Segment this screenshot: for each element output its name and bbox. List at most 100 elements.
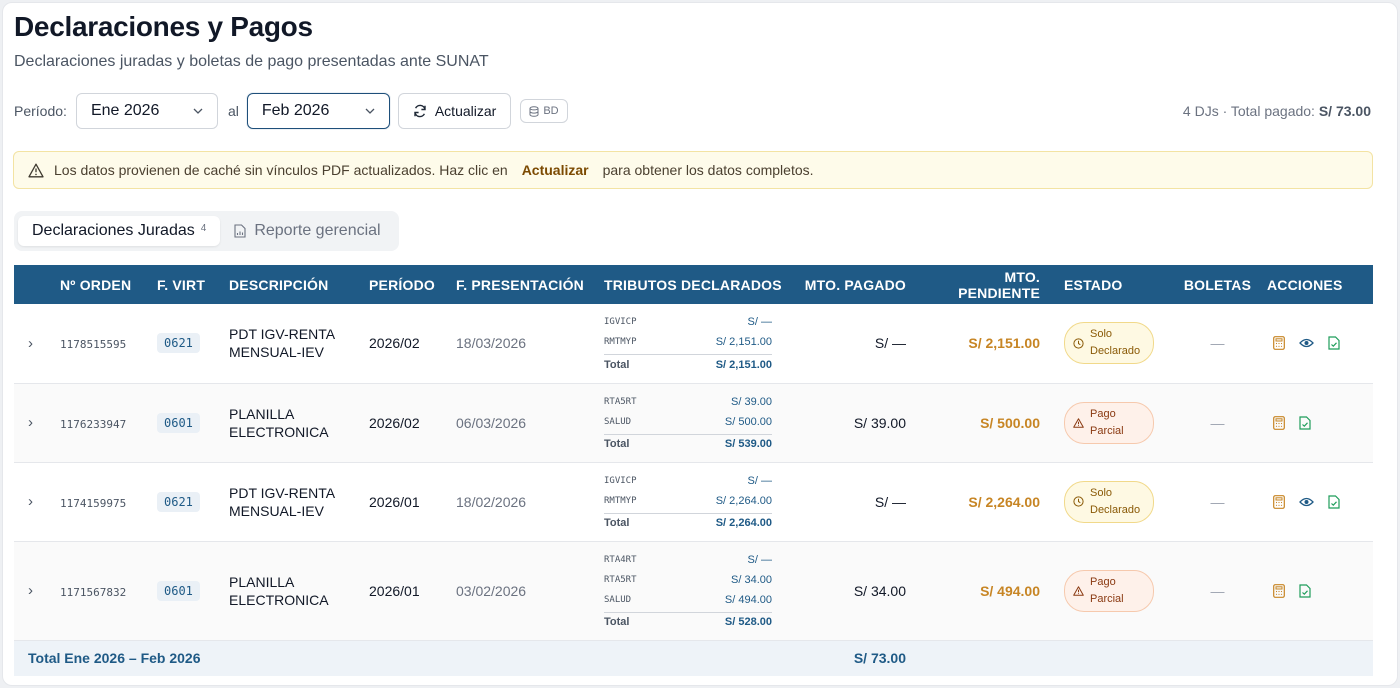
monto-pendiente: S/ 2,264.00 [968,493,1040,510]
boletas-value: — [1210,335,1225,352]
status-badge: Pago Parcial [1064,569,1154,612]
footer-total-label: Total Ene 2026 – Feb 2026 [28,650,201,667]
expand-chevron-icon[interactable]: › [14,462,60,541]
expand-chevron-icon[interactable]: › [14,383,60,462]
tributo-line: RTA5RT S/ 39.00 [604,395,772,408]
clock-icon [1073,338,1084,349]
alert-refresh-link[interactable]: Actualizar [522,162,589,178]
calculator-icon[interactable] [1273,336,1285,351]
monto-pendiente: S/ 2,151.00 [968,335,1040,352]
tab-reporte-gerencial[interactable]: Reporte gerencial [220,216,394,246]
orden-number: 1171567832 [60,585,127,599]
file-check-icon[interactable] [1299,583,1311,598]
header-orden: Nº ORDEN [60,276,132,293]
header-tributos: TRIBUTOS DECLARADOS [604,276,782,293]
summary-total: S/ 73.00 [1318,103,1371,119]
summary-prefix: 4 DJs · Total pagado: [1182,103,1319,119]
description-line2: ELECTRONICA [229,423,329,440]
boletas-value: — [1210,493,1225,510]
tributo-total: Total S/ 2,264.00 [604,512,772,533]
tab-label: Reporte gerencial [254,222,381,239]
boletas-value: — [1210,414,1225,431]
period-to-select[interactable]: Feb 2026 [246,93,390,129]
orden-number: 1176233947 [60,417,127,431]
presentation-date: 06/03/2026 [456,414,527,431]
periodo-value: 2026/02 [369,335,420,352]
tributo-line: RTA5RT S/ 34.00 [604,573,772,586]
tab-label: Declaraciones Juradas [32,222,195,239]
table-row[interactable]: › 1171567832 0601 PLANILLA ELECTRONICA 20… [14,541,1373,640]
presentation-date: 18/03/2026 [456,335,527,352]
file-check-icon[interactable] [1328,494,1340,509]
footer-total-pagado: S/ 73.00 [853,650,906,667]
refresh-label: Actualizar [434,103,497,119]
monto-pagado: S/ — [874,335,906,352]
eye-icon[interactable] [1299,338,1314,348]
status-badge: Solo Declarado [1064,322,1154,365]
table-header-row: Nº ORDEN F. VIRT DESCRIPCIÓN PERÍODO F. … [14,265,1373,304]
header-mto-pendiente: MTO. PENDIENTE [958,268,1040,301]
form-code-badge: 0621 [157,491,200,512]
header-fvirt: F. VIRT [157,276,206,293]
refresh-icon [414,104,426,118]
tributos-list: IGVICP S/ — RMTMYP S/ 2,151.00 Total S/ 2,1… [604,312,772,374]
orden-number: 1174159975 [60,496,127,510]
warning-icon [28,163,44,177]
database-icon [529,105,539,117]
boletas-value: — [1210,582,1225,599]
calculator-icon[interactable] [1273,583,1285,598]
warning-icon [1073,585,1084,596]
periodo-value: 2026/01 [369,582,420,599]
description-line1: PLANILLA [229,405,295,422]
tab-declaraciones-juradas[interactable]: Declaraciones Juradas 4 [18,216,221,246]
page-subtitle: Declaraciones juradas y boletas de pago … [14,53,489,70]
tab-count-badge: 4 [200,222,207,234]
alert-text-after: para obtener los datos completos. [602,162,814,178]
period-to-label: al [227,103,239,119]
status-badge: Pago Parcial [1064,401,1154,444]
tributo-line: SALUD S/ 500.00 [604,415,772,428]
table-row[interactable]: › 1176233947 0601 PLANILLA ELECTRONICA 20… [14,383,1373,462]
expand-chevron-icon[interactable]: › [14,304,60,383]
description-line2: MENSUAL-IEV [229,344,324,361]
declarations-table: Nº ORDEN F. VIRT DESCRIPCIÓN PERÍODO F. … [14,265,1373,676]
header-mto-pagado: MTO. PAGADO [804,276,906,293]
orden-number: 1178515595 [60,338,127,352]
cache-warning-alert: Los datos provienen de caché sin vínculo… [13,151,1373,189]
header-periodo: PERÍODO [369,276,435,293]
file-check-icon[interactable] [1299,415,1311,430]
page-title: Declaraciones y Pagos [14,11,313,42]
db-source-label: BD [543,105,559,117]
file-check-icon[interactable] [1328,336,1340,350]
eye-icon[interactable] [1299,497,1314,507]
description-line1: PDT IGV-RENTA [229,326,336,343]
period-from-select[interactable]: Ene 2026 [75,93,218,129]
tributos-list: RTA5RT S/ 39.00 SALUD S/ 500.00 Total S/ 53… [604,392,772,454]
summary-text: 4 DJs · Total pagado: S/ 73.00 [1183,103,1371,119]
tributo-line: RMTMYP S/ 2,264.00 [604,494,772,507]
page-frame: Declaraciones y Pagos Declaraciones jura… [2,2,1398,686]
table-row[interactable]: › 1178515595 0621 PDT IGV-RENTA MENSUAL-I… [14,304,1373,383]
table-footer-row: Total Ene 2026 – Feb 2026 S/ 73.00 [14,640,1373,676]
refresh-button[interactable]: Actualizar [397,93,512,129]
tributo-total: Total S/ 2,151.00 [604,354,772,374]
header-estado: ESTADO [1064,276,1123,293]
header-acciones: ACCIONES [1267,276,1343,293]
expand-chevron-icon[interactable]: › [14,541,60,640]
periodo-value: 2026/02 [369,414,420,431]
monto-pendiente: S/ 494.00 [980,582,1040,599]
tributos-list: RTA4RT S/ — RTA5RT S/ 34.00 SALUD S/ 494.00… [604,550,772,632]
tributos-list: IGVICP S/ — RMTMYP S/ 2,264.00 Total S/ 2,2… [604,471,772,533]
period-to-value: Feb 2026 [261,102,330,119]
form-code-badge: 0621 [157,333,200,354]
period-toolbar: Período: Ene 2026 al Feb 2026 Actualizar… [14,93,568,129]
warning-icon [1073,417,1084,428]
table-row[interactable]: › 1174159975 0621 PDT IGV-RENTA MENSUAL-I… [14,462,1373,541]
db-source-chip[interactable]: BD [520,99,568,123]
period-from-value: Ene 2026 [90,102,160,119]
period-label: Período: [14,103,67,119]
calculator-icon[interactable] [1273,415,1285,430]
calculator-icon[interactable] [1273,494,1285,509]
tributo-line: RTA4RT S/ — [604,553,772,566]
description-line2: MENSUAL-IEV [229,502,324,519]
